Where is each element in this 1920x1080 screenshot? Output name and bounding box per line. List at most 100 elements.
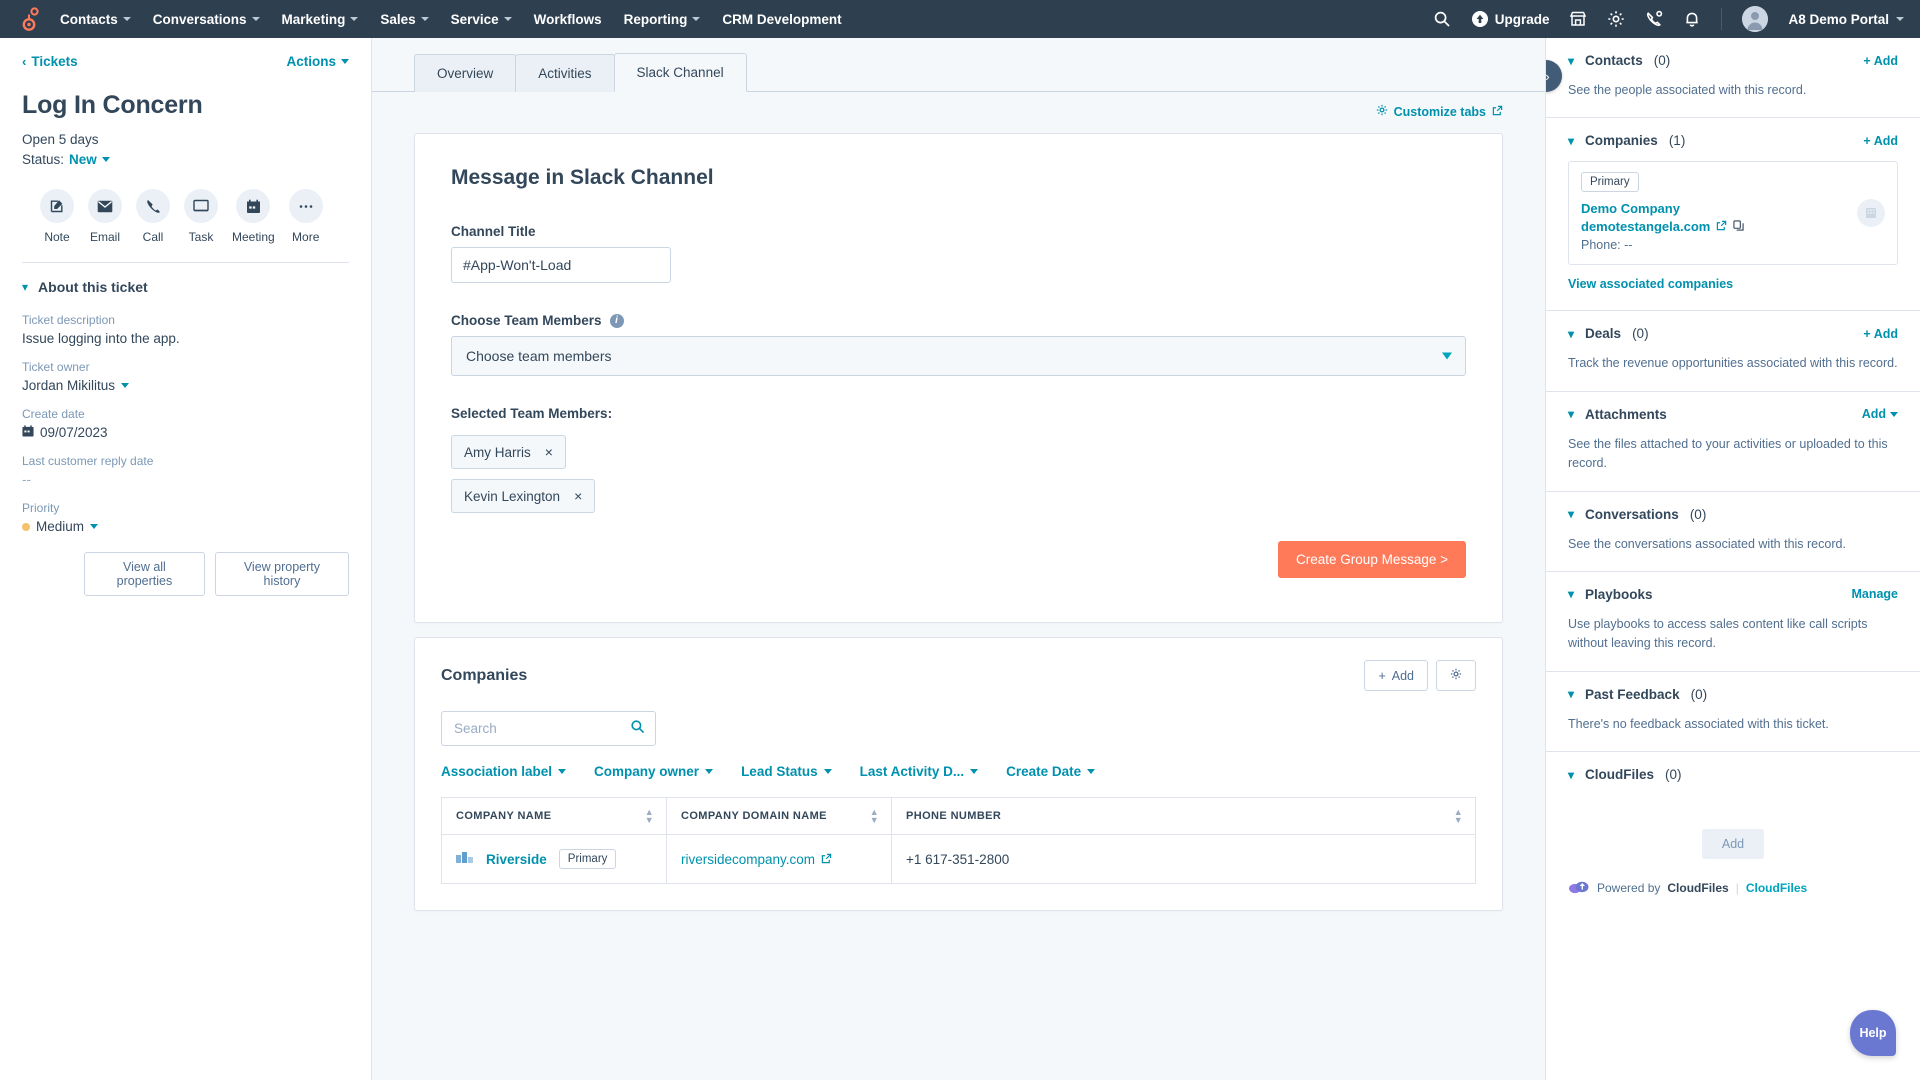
nav-item-reporting[interactable]: Reporting [624, 12, 701, 27]
section-description: See the people associated with this reco… [1568, 83, 1807, 97]
company-domain-link[interactable]: riversidecompany.com [681, 852, 832, 867]
bell-icon[interactable] [1683, 10, 1701, 28]
view-associated-companies-link[interactable]: View associated companies [1568, 277, 1733, 291]
section-title-attachments[interactable]: ▾ Attachments [1568, 407, 1667, 422]
property-value-row[interactable]: Medium [22, 519, 349, 534]
tab-activities[interactable]: Activities [515, 54, 615, 92]
nav-item-service[interactable]: Service [451, 12, 512, 27]
create-group-message-button[interactable]: Create Group Message > [1278, 541, 1466, 578]
portal-menu[interactable]: A8 Demo Portal [1788, 12, 1904, 27]
cloudfiles-add-button[interactable]: Add [1701, 829, 1765, 859]
info-icon[interactable]: i [609, 313, 624, 328]
marketplace-icon[interactable] [1569, 10, 1587, 28]
section-title-cloudfiles[interactable]: ▾ CloudFiles (0) [1568, 767, 1682, 782]
chevron-down-icon [341, 59, 349, 64]
quick-action-email[interactable]: Email [88, 189, 122, 244]
companies-settings-button[interactable] [1436, 660, 1476, 691]
customize-tabs-link[interactable]: Customize tabs [1376, 104, 1503, 119]
nav-item-marketing[interactable]: Marketing [282, 12, 359, 27]
sort-icon[interactable]: ▲ ▼ [645, 808, 654, 825]
section-title-conversations[interactable]: ▾ Conversations (0) [1568, 507, 1706, 522]
nav-item-sales[interactable]: Sales [380, 11, 429, 27]
quick-action-label: Call [142, 230, 164, 244]
actions-menu-button[interactable]: Actions [286, 54, 349, 69]
status-value[interactable]: New [69, 152, 97, 167]
property-buttons: View all properties View property histor… [84, 552, 349, 596]
help-button[interactable]: Help [1850, 1010, 1896, 1056]
about-ticket-toggle[interactable]: ▾ About this ticket [22, 279, 349, 295]
search-icon[interactable] [630, 719, 645, 739]
quick-action-call[interactable]: Call [136, 189, 170, 244]
cloudfiles-link[interactable]: CloudFiles [1746, 881, 1807, 895]
gear-icon[interactable] [1607, 10, 1625, 28]
team-members-select[interactable]: Choose team members [451, 336, 1466, 376]
companies-card: Companies + Add Search Association label… [414, 637, 1503, 911]
table-row[interactable]: Riverside Primary riversidecompany.com +… [441, 834, 1476, 884]
chevron-down-icon [350, 17, 359, 21]
column-header-company-name[interactable]: COMPANY NAME ▲ ▼ [441, 797, 667, 835]
associated-company-card[interactable]: Primary Demo Company demotestangela.com … [1568, 161, 1898, 266]
associated-company-name[interactable]: Demo Company [1581, 201, 1885, 216]
property-value[interactable]: Issue logging into the app. [22, 331, 349, 346]
quick-action-meeting[interactable]: Meeting [232, 189, 275, 244]
upgrade-button[interactable]: Upgrade [1471, 10, 1549, 28]
nav-item-crm-development[interactable]: CRM Development [722, 12, 841, 27]
column-header-company-domain-name[interactable]: COMPANY DOMAIN NAME ▲ ▼ [666, 797, 892, 835]
filter-association-label[interactable]: Association label [441, 764, 567, 779]
quick-action-note[interactable]: Note [40, 189, 74, 244]
channel-title-input[interactable] [451, 247, 671, 283]
search-input[interactable] [441, 711, 656, 746]
property-value-row[interactable]: 09/07/2023 [22, 425, 349, 440]
add-contact-button[interactable]: + Add [1863, 54, 1898, 68]
external-link-icon[interactable] [1716, 219, 1727, 234]
tab-overview[interactable]: Overview [414, 54, 517, 92]
add-attachment-button[interactable]: Add [1862, 407, 1898, 421]
column-header-phone-number[interactable]: PHONE NUMBER ▲ ▼ [891, 797, 1476, 835]
add-company-button[interactable]: + Add [1364, 660, 1428, 691]
quick-action-more[interactable]: More [288, 189, 323, 244]
close-icon[interactable]: × [574, 488, 582, 504]
sort-icon[interactable]: ▲ ▼ [1454, 808, 1463, 825]
domain-text: demotestangela.com [1581, 219, 1711, 235]
section-title-contacts[interactable]: ▾ Contacts (0) [1568, 53, 1670, 68]
add-deal-button[interactable]: + Add [1863, 327, 1898, 341]
filter-lead-status[interactable]: Lead Status [741, 764, 832, 779]
close-icon[interactable]: × [545, 444, 553, 460]
main-nav-items: Contacts Conversations Marketing Sales S… [60, 12, 842, 27]
search-icon[interactable] [1433, 10, 1451, 28]
copy-icon[interactable] [1733, 219, 1744, 234]
hubspot-sprocket-logo-icon[interactable] [16, 6, 42, 32]
back-to-tickets-link[interactable]: ‹ Tickets [22, 54, 78, 69]
nav-item-conversations[interactable]: Conversations [153, 12, 260, 27]
chevron-down-icon[interactable] [1442, 352, 1452, 360]
chevron-down-icon[interactable] [101, 157, 110, 162]
add-company-button[interactable]: + Add [1863, 134, 1898, 148]
section-title-deals[interactable]: ▾ Deals (0) [1568, 326, 1649, 341]
section-title-playbooks[interactable]: ▾ Playbooks [1568, 587, 1653, 602]
nav-item-contacts[interactable]: Contacts [60, 12, 131, 27]
upgrade-arrow-icon [1471, 11, 1488, 27]
quick-action-task[interactable]: Task [184, 189, 218, 244]
associated-company-domain[interactable]: demotestangela.com [1581, 219, 1885, 234]
nav-label: Sales [380, 11, 416, 27]
property-ticket-owner: Ticket owner Jordan Mikilitus [22, 360, 349, 393]
avatar[interactable] [1742, 6, 1769, 32]
section-title-companies[interactable]: ▾ Companies (1) [1568, 133, 1685, 148]
sort-icon[interactable]: ▲ ▼ [870, 808, 879, 825]
company-name-link[interactable]: Riverside [486, 852, 547, 867]
filter-create-date[interactable]: Create Date [1006, 764, 1096, 779]
property-value-row[interactable]: Jordan Mikilitus [22, 378, 349, 393]
filter-last-activity-date[interactable]: Last Activity D... [860, 764, 979, 779]
nav-label: Reporting [623, 11, 688, 27]
chevron-down-icon [705, 769, 714, 774]
table-head: COMPANY NAME ▲ ▼ COMPANY DOMAIN NAME ▲ ▼ P… [441, 797, 1476, 835]
phone-icon[interactable] [1645, 10, 1663, 28]
tab-slack-channel[interactable]: Slack Channel [613, 53, 747, 92]
section-title-past-feedback[interactable]: ▾ Past Feedback (0) [1568, 687, 1707, 702]
property-value[interactable]: -- [22, 472, 349, 487]
manage-playbooks-link[interactable]: Manage [1851, 587, 1898, 601]
nav-item-workflows[interactable]: Workflows [534, 12, 602, 27]
filter-company-owner[interactable]: Company owner [594, 764, 714, 779]
view-property-history-button[interactable]: View property history [214, 552, 349, 596]
view-all-properties-button[interactable]: View all properties [84, 552, 205, 596]
